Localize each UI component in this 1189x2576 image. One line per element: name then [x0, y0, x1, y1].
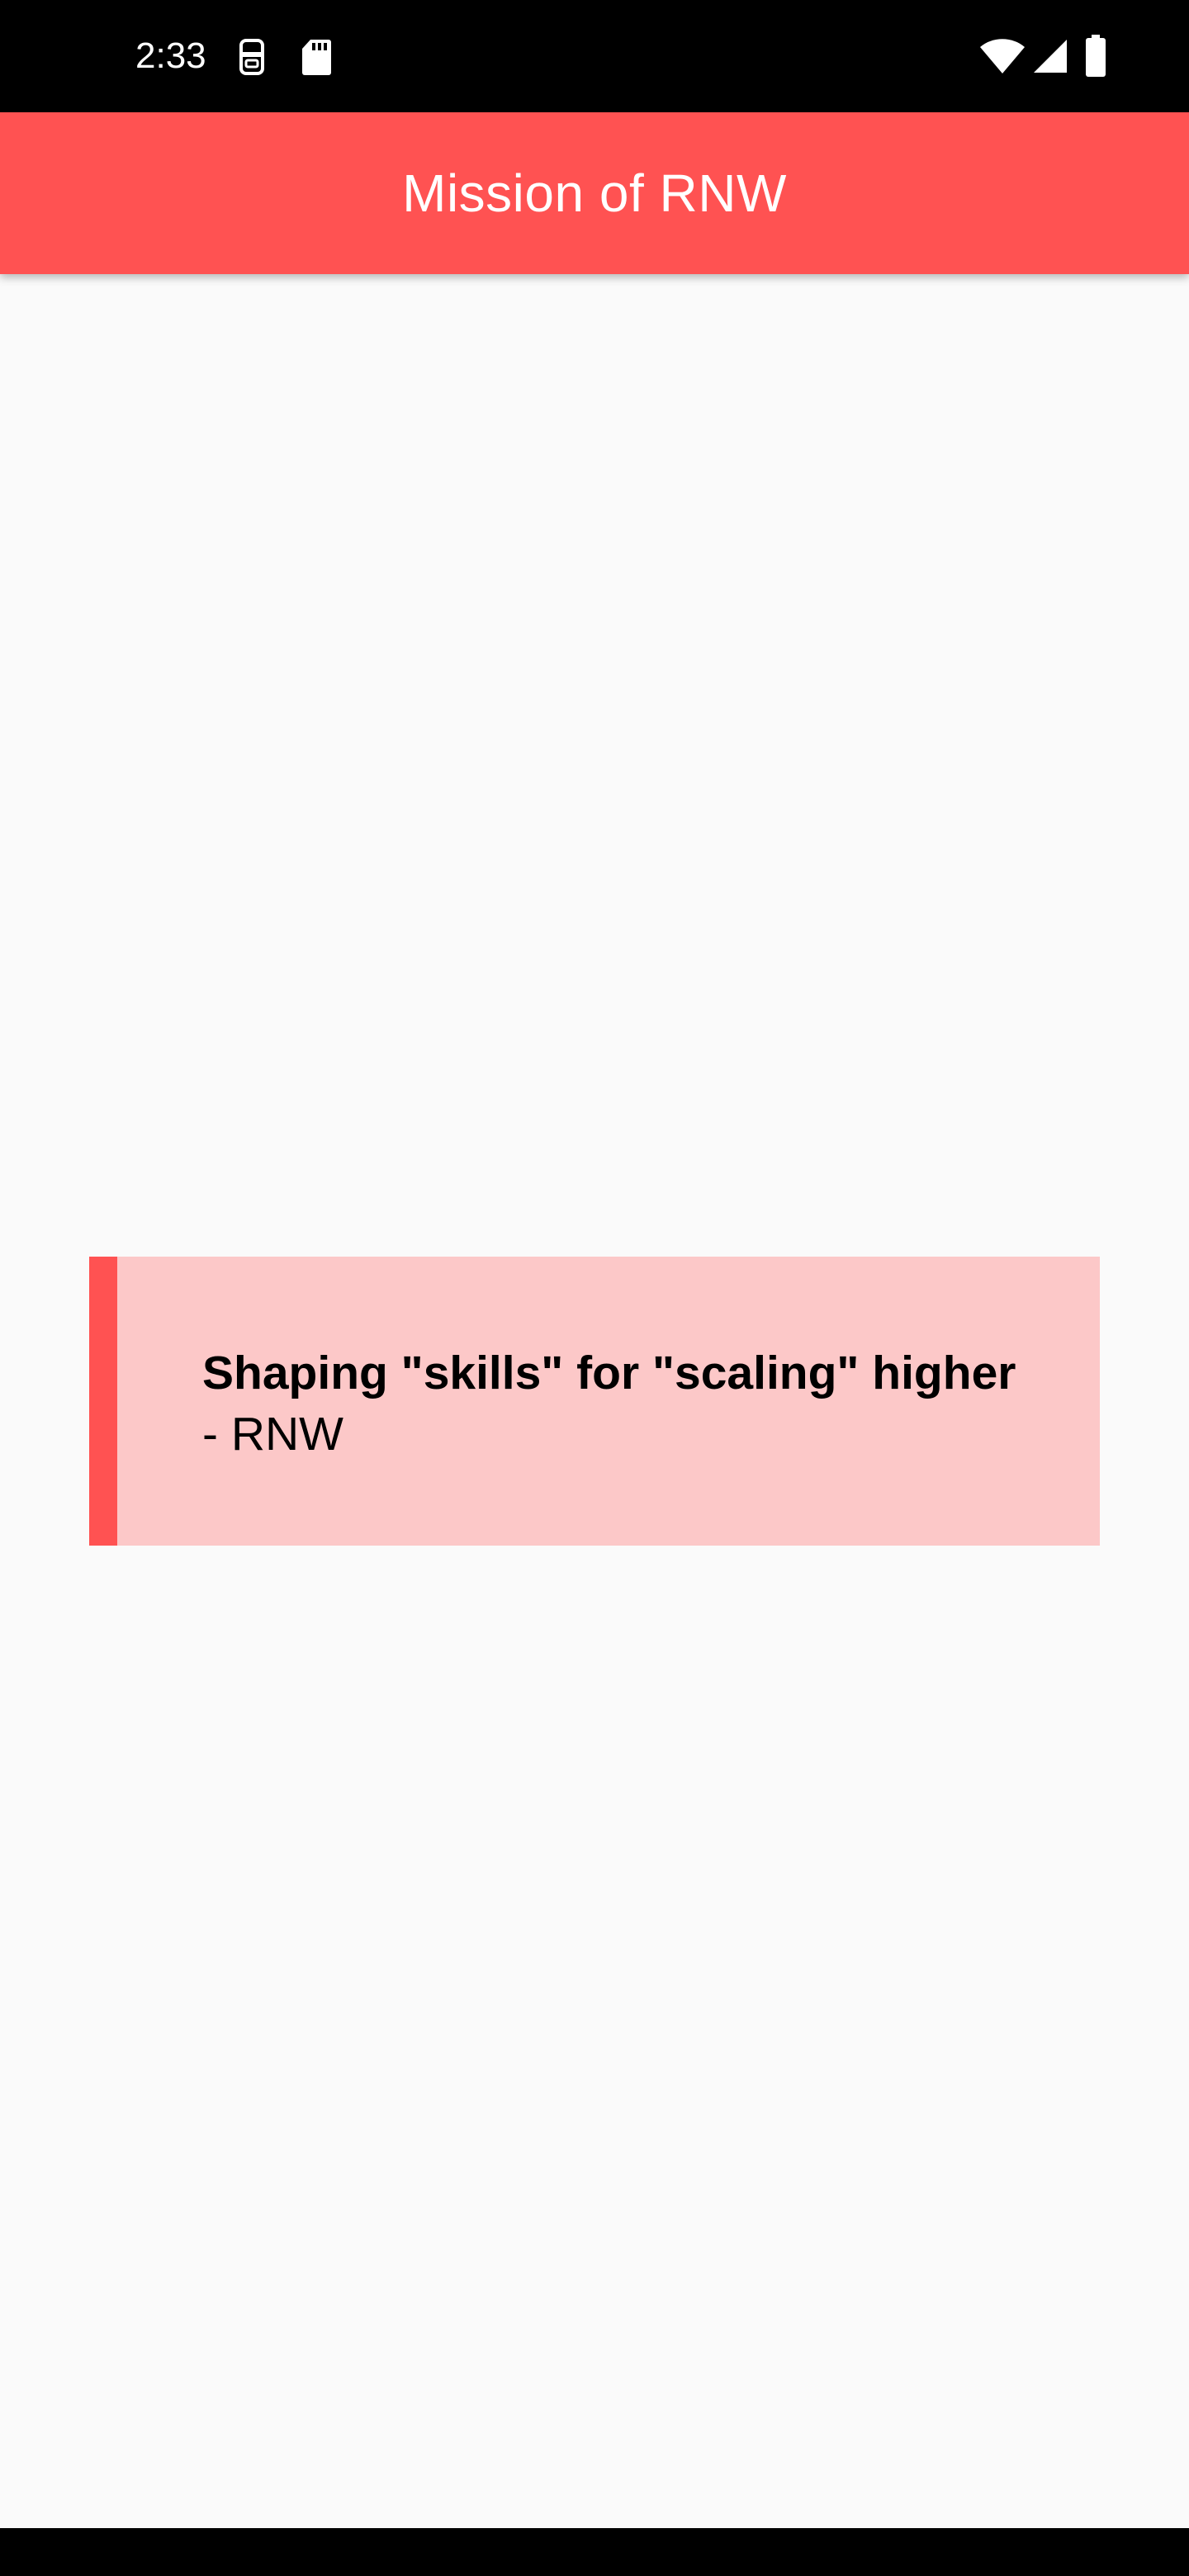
system-navigation-bar — [0, 2528, 1189, 2576]
app-screen: 2:33 Mission of RNW Shaping "skills" for… — [0, 0, 1189, 2576]
sim-card-icon — [239, 39, 264, 75]
mission-quote-text: Shaping "skills" for "scaling" higher — [202, 1347, 1016, 1399]
sd-card-icon — [302, 40, 331, 75]
quote-accent-bar — [89, 1257, 117, 1546]
cellular-signal-icon — [1034, 40, 1067, 73]
app-bar: Mission of RNW — [0, 112, 1189, 274]
status-time: 2:33 — [135, 36, 206, 76]
mission-quote-author: - RNW — [202, 1408, 343, 1461]
status-bar: 2:33 — [0, 0, 1189, 112]
wifi-icon — [980, 39, 1025, 73]
battery-icon — [1086, 35, 1106, 77]
page-title: Mission of RNW — [402, 163, 787, 223]
mission-quote-card: Shaping "skills" for "scaling" higher - … — [89, 1257, 1100, 1546]
